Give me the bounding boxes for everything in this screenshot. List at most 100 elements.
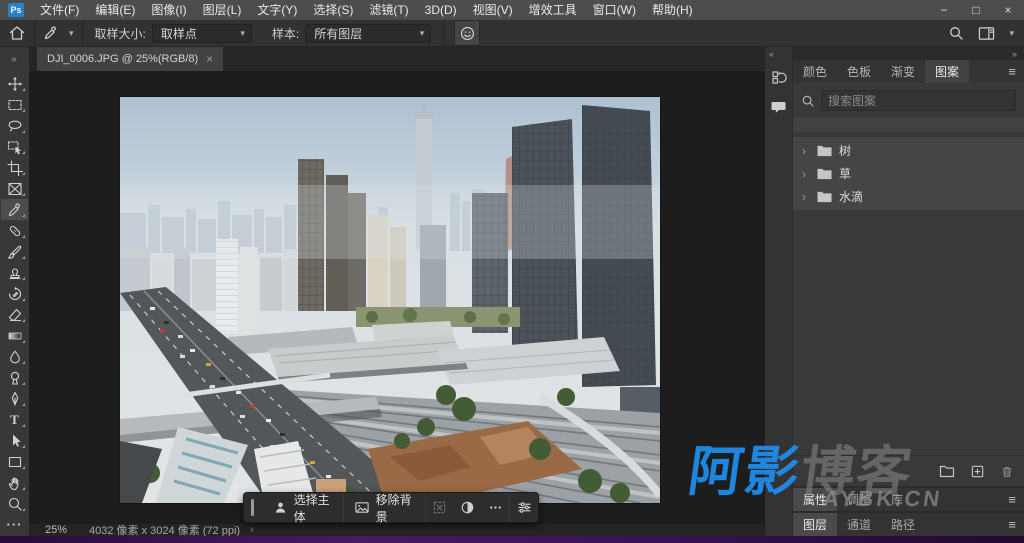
tab-channels[interactable]: 通道 xyxy=(837,513,881,536)
folder-label: 水滴 xyxy=(839,188,863,205)
menu-item-edit[interactable]: 编辑(E) xyxy=(87,0,143,20)
menu-item-view[interactable]: 视图(V) xyxy=(465,0,521,20)
search-icon[interactable] xyxy=(948,25,964,41)
brush-tool[interactable] xyxy=(1,241,28,262)
move-tool[interactable] xyxy=(1,73,28,94)
document-title: DJI_0006.JPG @ 25%(RGB/8) xyxy=(47,53,198,65)
panel-menu-icon[interactable]: ≡ xyxy=(1008,517,1024,532)
photoshop-logo[interactable]: Ps xyxy=(8,3,24,17)
sample-size-label: 取样大小: xyxy=(95,25,146,42)
new-group-button[interactable] xyxy=(939,464,955,478)
transform-image-button[interactable] xyxy=(425,493,454,522)
folder-label: 树 xyxy=(839,142,851,159)
menu-item-window[interactable]: 窗口(W) xyxy=(585,0,644,20)
menu-item-file[interactable]: 文件(F) xyxy=(32,0,87,20)
menu-item-layer[interactable]: 图层(L) xyxy=(195,0,250,20)
sample-size-select[interactable]: 取样点 ▾ xyxy=(152,24,252,43)
tab-gradients[interactable]: 渐变 xyxy=(881,60,925,83)
workspace-switcher-button[interactable]: ▾ xyxy=(978,26,1014,41)
canvas-area[interactable] xyxy=(29,71,765,524)
path-selection-tool[interactable] xyxy=(1,430,28,451)
edit-toolbar-button[interactable]: ··· xyxy=(1,514,28,535)
tab-libraries[interactable]: 库 xyxy=(881,488,913,511)
folder-row-grass[interactable]: › 草 xyxy=(793,162,1024,185)
expand-chevron-icon[interactable]: › xyxy=(802,167,810,181)
blur-tool[interactable] xyxy=(1,346,28,367)
zoom-tool[interactable] xyxy=(1,493,28,514)
dodge-tool[interactable] xyxy=(1,367,28,388)
pattern-search-input[interactable] xyxy=(821,90,1016,111)
canvas-photo-aerial-city xyxy=(120,97,660,503)
expand-chevron-icon[interactable]: › xyxy=(802,190,810,204)
comments-panel-button[interactable] xyxy=(767,95,791,119)
menu-item-plugins[interactable]: 增效工具 xyxy=(521,0,585,20)
frame-tool[interactable] xyxy=(1,178,28,199)
delete-button[interactable] xyxy=(1000,464,1014,479)
menu-item-help[interactable]: 帮助(H) xyxy=(644,0,701,20)
history-brush-tool[interactable] xyxy=(1,283,28,304)
document-tab[interactable]: DJI_0006.JPG @ 25%(RGB/8) × xyxy=(37,47,223,71)
expand-chevron-icon[interactable]: › xyxy=(802,144,810,158)
eraser-tool[interactable] xyxy=(1,304,28,325)
drag-handle[interactable] xyxy=(251,499,254,516)
menu-item-filter[interactable]: 滤镜(T) xyxy=(361,0,416,20)
tab-swatches[interactable]: 色板 xyxy=(837,60,881,83)
rectangle-tool[interactable] xyxy=(1,451,28,472)
select-subject-button[interactable]: 选择主体 xyxy=(263,493,343,522)
eyedropper-tool[interactable] xyxy=(1,199,28,220)
spot-healing-brush-tool[interactable] xyxy=(1,220,28,241)
comment-icon xyxy=(770,99,787,115)
image-icon xyxy=(354,500,370,515)
panel-menu-icon[interactable]: ≡ xyxy=(1008,64,1024,79)
title-bar: Ps 文件(F) 编辑(E) 图像(I) 图层(L) 文字(Y) 选择(S) 滤… xyxy=(0,0,1024,20)
marquee-tool[interactable] xyxy=(1,94,28,115)
tab-color[interactable]: 颜色 xyxy=(793,60,837,83)
document-tab-bar: DJI_0006.JPG @ 25%(RGB/8) × xyxy=(29,47,765,71)
panel-menu-icon[interactable]: ≡ xyxy=(1008,492,1024,507)
patterns-panel-tabbar: 颜色 色板 渐变 图案 ≡ xyxy=(793,60,1024,83)
minimize-button[interactable]: − xyxy=(928,0,960,20)
home-button[interactable] xyxy=(0,20,34,47)
menu-item-image[interactable]: 图像(I) xyxy=(143,0,194,20)
toolbar-expand-button[interactable]: » xyxy=(0,47,29,71)
show-sampling-ring-toggle[interactable] xyxy=(454,20,480,46)
adjustment-contrast-button[interactable] xyxy=(453,493,481,522)
tab-layers[interactable]: 图层 xyxy=(793,513,837,536)
expand-strip-button[interactable]: « xyxy=(769,49,775,59)
current-tool-button[interactable]: ▾ xyxy=(35,20,82,47)
menu-item-select[interactable]: 选择(S) xyxy=(305,0,361,20)
patterns-panel-footer xyxy=(793,455,1024,486)
remove-background-button[interactable]: 移除背景 xyxy=(343,493,425,522)
pen-tool[interactable] xyxy=(1,388,28,409)
crop-tool[interactable] xyxy=(1,157,28,178)
menu-item-3d[interactable]: 3D(D) xyxy=(417,0,465,20)
lasso-tool[interactable] xyxy=(1,115,28,136)
status-flyout-chevron-icon[interactable]: › xyxy=(250,524,254,536)
clone-stamp-tool[interactable] xyxy=(1,262,28,283)
close-document-icon[interactable]: × xyxy=(206,52,213,66)
folder-row-trees[interactable]: › 树 xyxy=(793,139,1024,162)
zoom-level-field[interactable]: 25% xyxy=(45,524,67,536)
folder-label: 草 xyxy=(839,165,851,182)
history-panel-button[interactable] xyxy=(767,65,791,89)
gradient-tool[interactable] xyxy=(1,325,28,346)
hand-tool[interactable] xyxy=(1,472,28,493)
home-icon xyxy=(8,24,26,42)
tab-adjustments[interactable]: 调整 xyxy=(837,488,881,511)
type-tool[interactable]: T xyxy=(1,409,28,430)
transform-icon xyxy=(432,500,447,515)
sample-label: 样本: xyxy=(272,25,299,42)
taskbar-settings-button[interactable] xyxy=(509,493,538,522)
menu-item-type[interactable]: 文字(Y) xyxy=(249,0,305,20)
sample-layers-select[interactable]: 所有图层 ▾ xyxy=(305,24,431,43)
tab-properties[interactable]: 属性 xyxy=(793,488,837,511)
folder-row-waterdrops[interactable]: › 水滴 xyxy=(793,185,1024,208)
new-pattern-button[interactable] xyxy=(970,464,985,479)
tab-paths[interactable]: 路径 xyxy=(881,513,925,536)
tab-patterns[interactable]: 图案 xyxy=(925,60,969,83)
maximize-button[interactable]: □ xyxy=(960,0,992,20)
more-options-button[interactable] xyxy=(481,493,509,522)
close-button[interactable]: × xyxy=(992,0,1024,20)
object-selection-tool[interactable] xyxy=(1,136,28,157)
collapse-dock-button[interactable]: » xyxy=(1012,49,1018,59)
